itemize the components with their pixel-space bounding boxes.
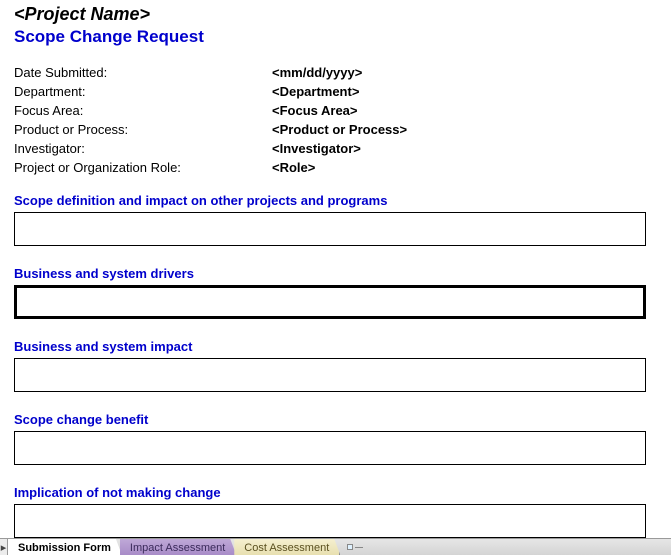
meta-value-date-submitted: <mm/dd/yyyy> xyxy=(272,63,407,82)
meta-label-investigator: Investigator: xyxy=(14,139,272,158)
scope-change-request-title: Scope Change Request xyxy=(14,27,657,47)
input-scope-benefit[interactable] xyxy=(14,431,646,465)
meta-label-project-role: Project or Organization Role: xyxy=(14,158,272,177)
tab-strip-end-icon xyxy=(342,539,368,555)
tab-impact-assessment[interactable]: Impact Assessment xyxy=(120,539,236,555)
input-implication[interactable] xyxy=(14,504,646,538)
meta-label-date-submitted: Date Submitted: xyxy=(14,63,272,82)
tab-nav-button[interactable]: ▸ xyxy=(0,539,8,555)
tab-label: Submission Form xyxy=(18,542,111,554)
section-heading-business-drivers: Business and system drivers xyxy=(14,266,657,281)
project-name-title: <Project Name> xyxy=(14,4,657,25)
sheet-tab-strip: ▸ Submission Form Impact Assessment Cost… xyxy=(0,538,671,555)
meta-row: Product or Process: <Product or Process> xyxy=(14,120,407,139)
meta-value-project-role: <Role> xyxy=(272,158,407,177)
section-heading-scope-definition: Scope definition and impact on other pro… xyxy=(14,193,657,208)
metadata-table: Date Submitted: <mm/dd/yyyy> Department:… xyxy=(14,63,407,177)
section-heading-implication: Implication of not making change xyxy=(14,485,657,500)
tab-label: Cost Assessment xyxy=(244,542,329,554)
input-scope-definition[interactable] xyxy=(14,212,646,246)
meta-label-focus-area: Focus Area: xyxy=(14,101,272,120)
meta-row: Department: <Department> xyxy=(14,82,407,101)
meta-label-product-process: Product or Process: xyxy=(14,120,272,139)
meta-row: Investigator: <Investigator> xyxy=(14,139,407,158)
meta-value-product-process: <Product or Process> xyxy=(272,120,407,139)
input-business-impact[interactable] xyxy=(14,358,646,392)
meta-row: Project or Organization Role: <Role> xyxy=(14,158,407,177)
document-page: <Project Name> Scope Change Request Date… xyxy=(0,0,671,538)
section-heading-scope-benefit: Scope change benefit xyxy=(14,412,657,427)
meta-value-department: <Department> xyxy=(272,82,407,101)
tab-cost-assessment[interactable]: Cost Assessment xyxy=(234,539,340,555)
meta-label-department: Department: xyxy=(14,82,272,101)
meta-row: Focus Area: <Focus Area> xyxy=(14,101,407,120)
tab-label: Impact Assessment xyxy=(130,542,225,554)
meta-value-focus-area: <Focus Area> xyxy=(272,101,407,120)
meta-value-investigator: <Investigator> xyxy=(272,139,407,158)
meta-row: Date Submitted: <mm/dd/yyyy> xyxy=(14,63,407,82)
tab-submission-form[interactable]: Submission Form xyxy=(8,539,122,555)
triangle-right-icon: ▸ xyxy=(1,541,7,554)
input-business-drivers[interactable] xyxy=(14,285,646,319)
section-heading-business-impact: Business and system impact xyxy=(14,339,657,354)
